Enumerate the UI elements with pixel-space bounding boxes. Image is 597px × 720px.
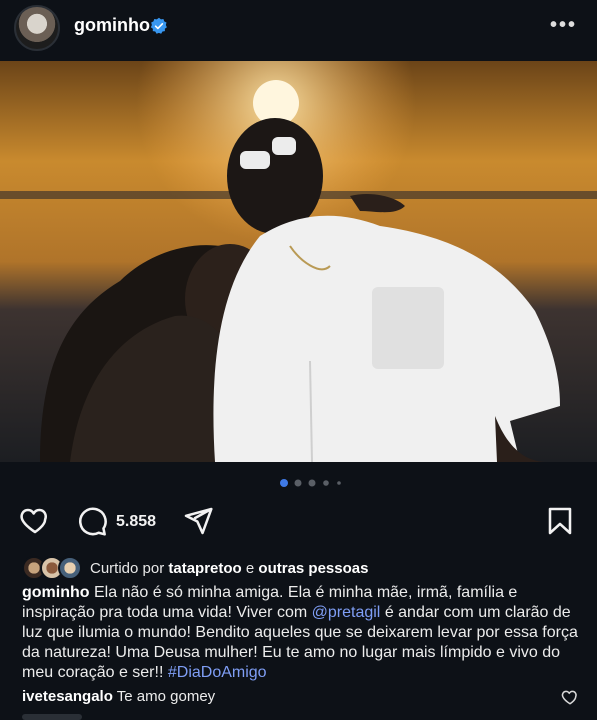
carousel-indicator	[280, 479, 341, 487]
liker-avatar	[58, 556, 82, 580]
caption-hashtag[interactable]: #DiaDoAmigo	[168, 664, 267, 681]
comment-username[interactable]: ivetesangalo	[22, 688, 113, 705]
more-horizontal-icon[interactable]: •••	[550, 14, 577, 37]
carousel-dot	[308, 479, 316, 487]
likes-connector: e	[245, 560, 255, 577]
heart-outline-icon[interactable]	[18, 504, 52, 536]
carousel-dot-active	[280, 479, 288, 487]
comment-bubble-icon[interactable]	[76, 505, 108, 537]
truncated-row	[22, 714, 82, 720]
likes-user[interactable]: tatapretoo	[168, 560, 241, 577]
likes-text: Curtido por tatapretoo e outras pessoas	[90, 560, 368, 577]
likes-summary[interactable]: Curtido por tatapretoo e outras pessoas	[22, 556, 582, 582]
carousel-dot	[337, 481, 341, 485]
carousel-dot	[294, 479, 302, 487]
carousel-dot	[323, 480, 329, 486]
comment-like-heart-icon[interactable]	[561, 688, 579, 706]
bookmark-icon[interactable]	[544, 505, 576, 537]
caption-mention[interactable]: @pretagil	[312, 604, 381, 621]
post-username[interactable]: gominho	[74, 15, 150, 36]
comment-text: Te amo gomey	[116, 688, 216, 705]
likes-others[interactable]: outras pessoas	[258, 560, 368, 577]
post-photo[interactable]	[0, 61, 597, 462]
comment-row: ivetesangalo Te amo gomey	[22, 688, 582, 705]
post-caption: gominho Ela não é só minha amiga. Ela é …	[22, 583, 582, 683]
caption-username[interactable]: gominho	[22, 584, 90, 601]
avatar[interactable]	[14, 5, 60, 51]
paper-plane-icon[interactable]	[182, 505, 214, 537]
comment-count[interactable]: 5.858	[116, 513, 156, 531]
post-header: gominho •••	[0, 0, 597, 56]
likes-prefix: Curtido por	[90, 560, 165, 577]
verified-badge-icon	[150, 17, 167, 34]
action-bar: 5.858	[0, 502, 597, 542]
